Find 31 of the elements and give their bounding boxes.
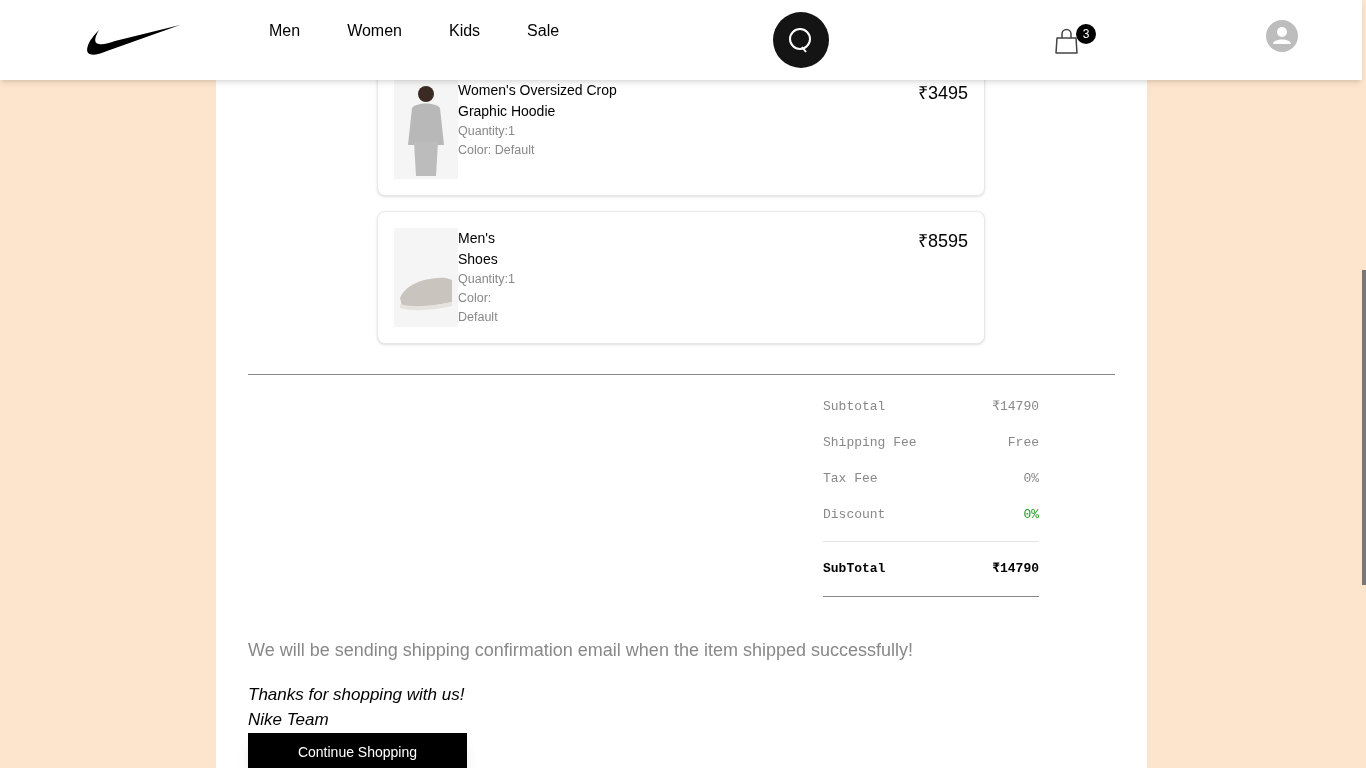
nav-link[interactable]: Men — [269, 19, 301, 43]
product-name: Women's Oversized Crop Graphic Hoodie — [458, 81, 618, 121]
item-price: ₹8595 — [917, 230, 968, 253]
summary-value: ₹14790 — [992, 398, 1039, 417]
search-button[interactable] — [773, 12, 829, 68]
summary-label: Subtotal — [823, 398, 886, 417]
thanks-text: Thanks for shopping with us! — [248, 683, 466, 706]
scrollbar-thumb[interactable] — [1362, 270, 1366, 585]
quantity-text: Quantity:1 — [458, 123, 516, 140]
product-name: Men's Shoes — [458, 229, 499, 269]
color-text: Color: Default — [458, 142, 536, 159]
quantity-text: Quantity:1 — [458, 271, 516, 288]
total-value: ₹14790 — [992, 560, 1039, 578]
nav-link[interactable]: Sale — [527, 19, 560, 43]
signature-text: Nike Team — [248, 708, 330, 731]
nav-link[interactable]: Kids — [448, 19, 481, 43]
summary-label: Discount — [823, 506, 886, 525]
summary-label: Tax Fee — [823, 470, 878, 489]
summary-value: Free — [1007, 434, 1039, 453]
item-price: ₹3495 — [917, 82, 968, 105]
summary-value: 0% — [1023, 506, 1039, 525]
swoosh-logo[interactable] — [87, 25, 180, 57]
nav-link[interactable]: Women — [347, 19, 402, 43]
summary-value: 0% — [1023, 470, 1039, 489]
color-text: Color: Default — [458, 290, 499, 326]
shopping-bag-icon[interactable] — [1055, 28, 1079, 54]
continue-shopping-button[interactable]: Continue Shopping — [248, 732, 467, 768]
total-label: SubTotal — [823, 560, 886, 578]
summary-label: Shipping Fee — [823, 434, 917, 453]
cart-count-badge: 3 — [1076, 24, 1096, 44]
shipping-message: We will be sending shipping confirmation email when the item shipped successfully! — [248, 638, 914, 662]
